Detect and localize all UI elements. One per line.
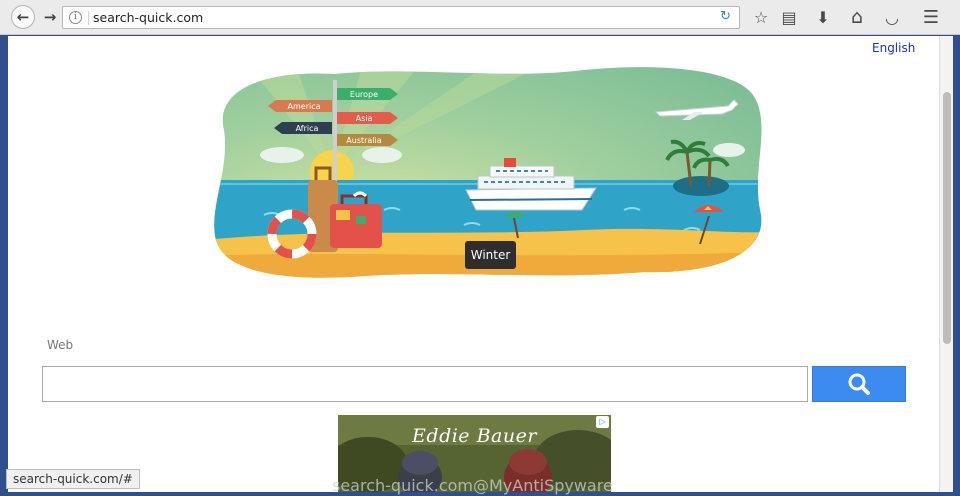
site-info-icon[interactable]: i: [69, 11, 82, 24]
language-link[interactable]: English: [872, 41, 915, 55]
sign-australia: Australia: [346, 136, 381, 145]
pocket-icon[interactable]: ◡: [881, 6, 903, 28]
forward-arrow-icon: →: [43, 8, 57, 26]
vertical-scrollbar[interactable]: [939, 36, 953, 492]
url-text[interactable]: search-quick.com: [93, 10, 203, 25]
search-button[interactable]: [812, 366, 906, 402]
download-icon[interactable]: ⬇: [812, 6, 834, 28]
menu-icon[interactable]: ☰: [920, 6, 942, 28]
address-bar[interactable]: i search-quick.com ↻: [62, 6, 740, 29]
page-content: English Europe America Asia Africa Austr…: [8, 36, 939, 492]
reload-icon[interactable]: ↻: [720, 9, 731, 24]
ad-brand-logo: Eddie Bauer: [412, 425, 537, 447]
bookmark-star-icon[interactable]: ☆: [750, 6, 772, 28]
sign-europe: Europe: [350, 90, 378, 99]
sign-america: America: [288, 102, 321, 111]
scrollbar-thumb[interactable]: [943, 92, 951, 344]
browser-toolbar: ← → i search-quick.com ↻ ☆ ▤ ⬇ ⌂ ◡ ☰: [0, 0, 960, 35]
sign-africa: Africa: [296, 124, 319, 133]
forward-button[interactable]: →: [38, 5, 62, 29]
season-tooltip: Winter: [465, 241, 516, 269]
sign-asia: Asia: [356, 114, 373, 123]
adchoices-icon[interactable]: ▷: [596, 416, 609, 428]
reading-list-icon[interactable]: ▤: [778, 6, 800, 28]
address-bar-separator: [88, 11, 89, 25]
watermark-text: search-quick.com@MyAntiSpyware: [332, 476, 613, 495]
home-icon[interactable]: ⌂: [846, 6, 868, 28]
search-input[interactable]: [42, 366, 808, 402]
search-category-label: Web: [47, 338, 74, 352]
back-button[interactable]: ←: [11, 5, 35, 29]
search-icon: [848, 373, 870, 395]
status-bar-url: search-quick.com/#: [6, 469, 140, 489]
back-arrow-icon: ←: [16, 8, 30, 26]
